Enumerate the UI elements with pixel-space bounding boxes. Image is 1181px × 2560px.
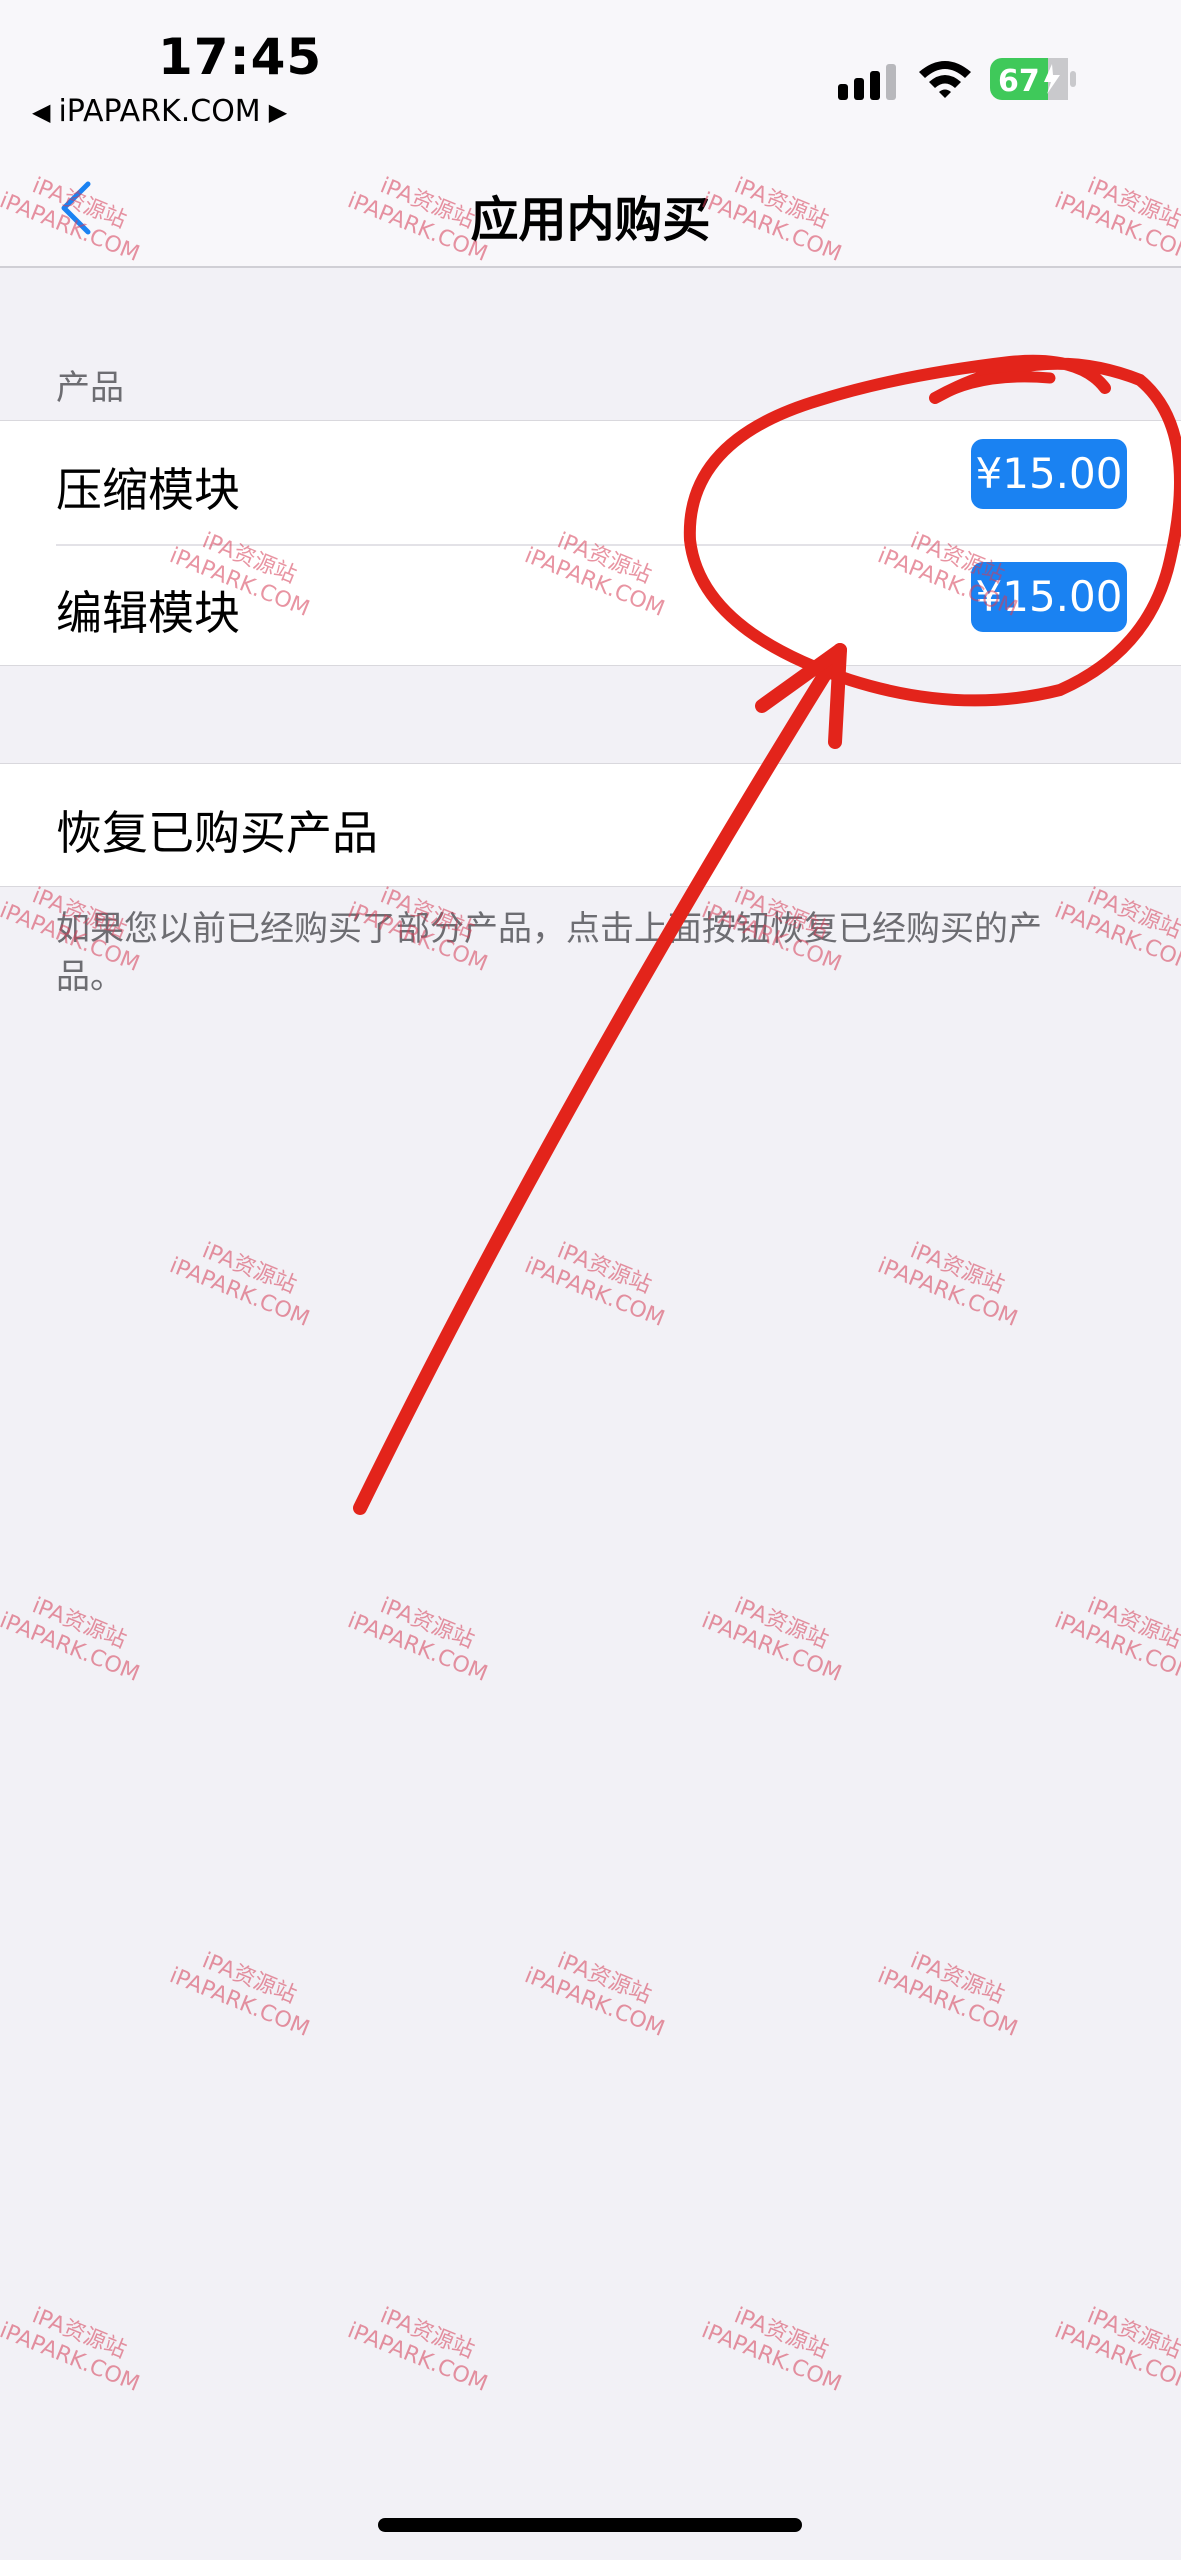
products-section-header: 产品 xyxy=(56,368,124,408)
buy-price-button[interactable]: ¥15.00 xyxy=(971,562,1127,632)
restore-purchases-row[interactable]: 恢复已购买产品 xyxy=(0,764,1181,887)
watermark: iPA资源站 iPAPARK.COM xyxy=(1051,874,1181,978)
status-bar: 17:45 ◀ iPAPARK.COM ▶ 67 xyxy=(0,0,1181,140)
watermark: iPA资源站 iPAPARK.COM xyxy=(1051,1584,1181,1688)
status-time: 17:45 xyxy=(158,28,323,86)
watermark: iPA资源站 iPAPARK.COM xyxy=(521,1939,678,2043)
product-label: 压缩模块 xyxy=(56,463,240,517)
wifi-icon xyxy=(919,61,971,98)
product-label: 编辑模块 xyxy=(56,586,240,640)
watermark-line: iPAPARK.COM xyxy=(344,1608,491,1687)
watermark-line: iPAPARK.COM xyxy=(1051,898,1181,977)
watermark-line: iPA资源站 xyxy=(553,1948,655,2009)
watermark-line: iPAPARK.COM xyxy=(698,2318,845,2397)
product-row-compress[interactable]: 压缩模块 ¥15.00 xyxy=(0,421,1181,544)
watermark-line: iPAPARK.COM xyxy=(521,1963,668,2042)
watermark-line: iPAPARK.COM xyxy=(344,2318,491,2397)
buy-price-button[interactable]: ¥15.00 xyxy=(971,439,1127,509)
restore-footer-note: 如果您以前已经购买了部分产品，点击上面按钮恢复已经购买的产品。 xyxy=(56,909,1042,997)
watermark-line: iPAPARK.COM xyxy=(1051,1608,1181,1687)
watermark-line: iPAPARK.COM xyxy=(0,2318,143,2397)
cellular-signal-icon xyxy=(838,64,896,100)
watermark-line: iPA资源站 xyxy=(28,1593,130,1654)
watermark-line: iPAPARK.COM xyxy=(0,1608,143,1687)
home-indicator[interactable] xyxy=(378,2518,802,2532)
watermark-line: iPAPARK.COM xyxy=(166,1253,313,1332)
watermark-line: iPA资源站 xyxy=(28,2303,130,2364)
watermark-line: iPA资源站 xyxy=(906,1238,1008,1299)
watermark: iPA资源站 iPAPARK.COM xyxy=(166,1939,323,2043)
watermark-line: iPAPARK.COM xyxy=(1051,2318,1181,2397)
watermark-line: iPA资源站 xyxy=(730,2303,832,2364)
triangle-right-icon: ▶ xyxy=(268,97,288,126)
page-title: 应用内购买 xyxy=(470,192,711,248)
back-to-app-link[interactable]: ◀ iPAPARK.COM ▶ xyxy=(32,94,287,129)
product-row-edit[interactable]: 编辑模块 ¥15.00 xyxy=(0,544,1181,667)
watermark-line: iPA资源站 xyxy=(730,1593,832,1654)
watermark-line: iPA资源站 xyxy=(376,2303,478,2364)
watermark: iPA资源站 iPAPARK.COM xyxy=(698,2294,855,2398)
watermark-line: iPA资源站 xyxy=(1083,1593,1181,1654)
watermark-line: iPAPARK.COM xyxy=(166,1963,313,2042)
triangle-left-icon: ◀ xyxy=(32,97,51,126)
watermark-line: iPAPARK.COM xyxy=(874,1253,1021,1332)
watermark: iPA资源站 iPAPARK.COM xyxy=(698,1584,855,1688)
battery-charging-icon: 67 xyxy=(990,58,1076,100)
annotation-circle-tail xyxy=(929,371,1056,404)
battery-level: 67 xyxy=(998,64,1040,99)
watermark: iPA资源站 iPAPARK.COM xyxy=(166,1229,323,1333)
watermark: iPA资源站 iPAPARK.COM xyxy=(874,1939,1031,2043)
watermark-line: iPAPARK.COM xyxy=(698,1608,845,1687)
watermark: iPA资源站 iPAPARK.COM xyxy=(874,1229,1031,1333)
watermark-line: iPAPARK.COM xyxy=(874,1963,1021,2042)
watermark-line: iPA资源站 xyxy=(906,1948,1008,2009)
watermark: iPA资源站 iPAPARK.COM xyxy=(1051,2294,1181,2398)
watermark-line: iPA资源站 xyxy=(376,1593,478,1654)
watermark: iPA资源站 iPAPARK.COM xyxy=(344,2294,501,2398)
watermark-line: iPA资源站 xyxy=(198,1948,300,2009)
navigation-bar: 应用内购买 xyxy=(0,140,1181,268)
products-list: 压缩模块 ¥15.00 编辑模块 ¥15.00 xyxy=(0,420,1181,666)
watermark: iPA资源站 iPAPARK.COM xyxy=(0,2294,153,2398)
restore-purchases-label: 恢复已购买产品 xyxy=(56,806,378,860)
watermark: iPA资源站 iPAPARK.COM xyxy=(521,1229,678,1333)
watermark-line: iPA资源站 xyxy=(1083,2303,1181,2364)
screen: 17:45 ◀ iPAPARK.COM ▶ 67 应用内购买 产品 压缩模块 ¥… xyxy=(0,0,1181,2560)
restore-group: 恢复已购买产品 xyxy=(0,763,1181,887)
watermark: iPA资源站 iPAPARK.COM xyxy=(344,1584,501,1688)
red-annotation xyxy=(353,354,1181,1515)
watermark-line: iPAPARK.COM xyxy=(521,1253,668,1332)
back-to-app-label: iPAPARK.COM xyxy=(58,94,261,129)
watermark-line: iPA资源站 xyxy=(553,1238,655,1299)
watermark-line: iPA资源站 xyxy=(198,1238,300,1299)
watermark: iPA资源站 iPAPARK.COM xyxy=(0,1584,153,1688)
